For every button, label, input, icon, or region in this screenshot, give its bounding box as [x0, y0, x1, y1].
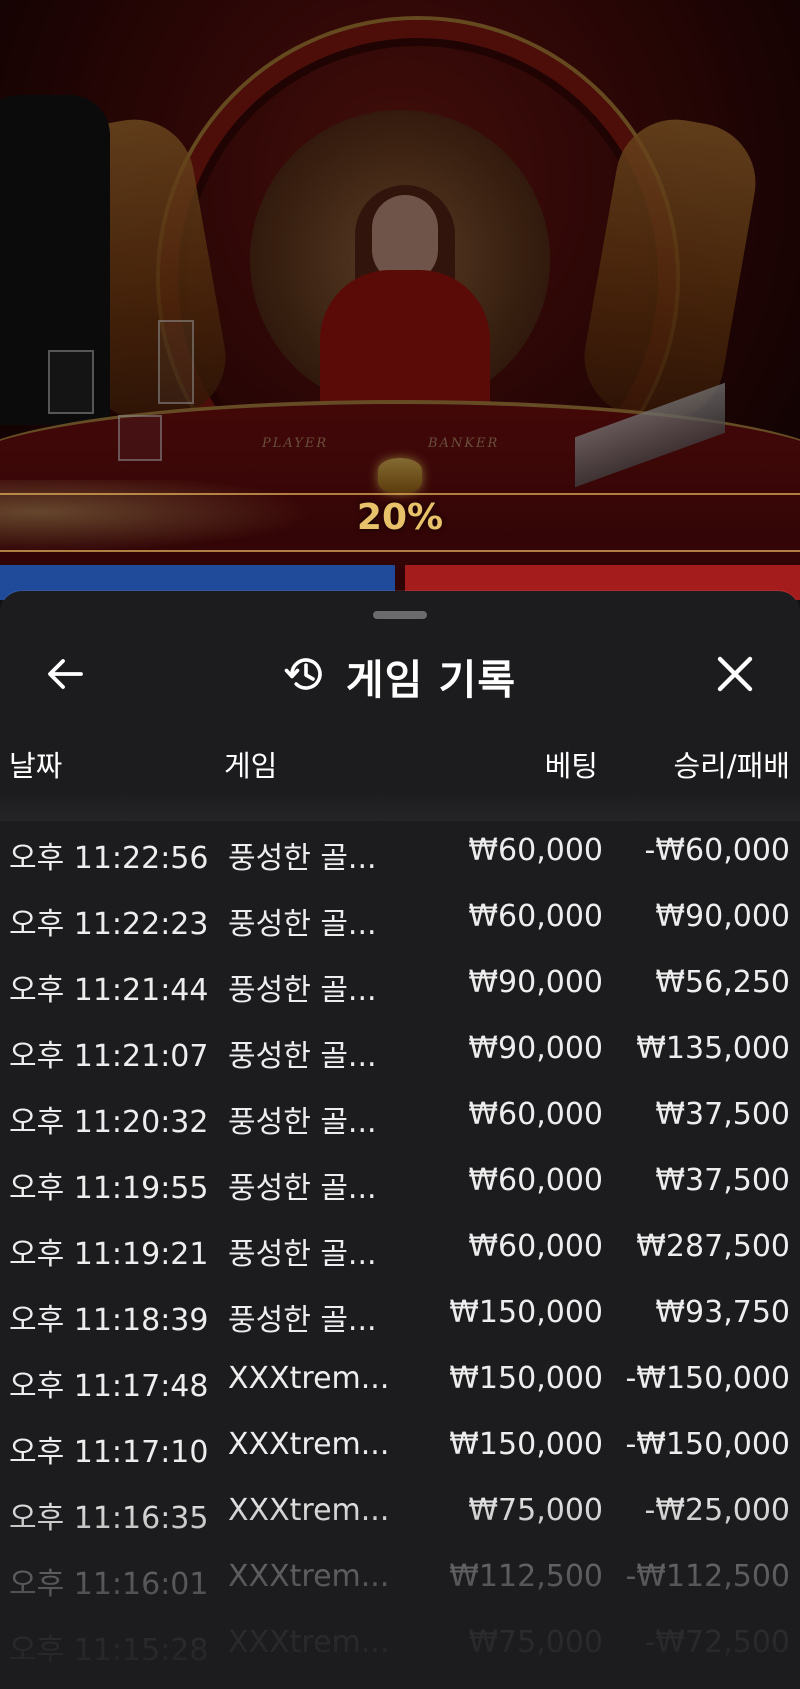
row-bet: ₩60,000 — [468, 833, 603, 868]
row-date: 오후 11:19:21 — [9, 1237, 209, 1272]
multiplier-line-bottom — [0, 550, 800, 552]
row-game: XXXtrem... — [228, 1427, 390, 1462]
row-date: 오후 11:18:39 — [9, 1303, 209, 1338]
row-result: -₩150,000 — [625, 1427, 790, 1462]
title-group: 게임 기록 — [0, 631, 800, 721]
row-game: XXXtrem... — [228, 1493, 390, 1528]
row-result: ₩287,500 — [636, 1229, 790, 1264]
row-date: 오후 11:21:07 — [9, 1039, 209, 1074]
row-result: -₩60,000 — [644, 833, 790, 868]
multiplier-line-top — [0, 493, 800, 495]
row-result: -₩150,000 — [625, 1361, 790, 1396]
table-row[interactable]: 오후 11:20:32 풍성한 골... ₩60,000 ₩37,500 — [0, 1091, 800, 1157]
row-game: 풍성한 골... — [228, 907, 377, 942]
row-result: -₩72,500 — [644, 1625, 790, 1660]
row-result: ₩93,750 — [655, 1295, 790, 1330]
multiplier-badge: 20% — [356, 497, 444, 538]
row-game: 풍성한 골... — [228, 841, 377, 876]
table-row[interactable]: 오후 11:18:39 풍성한 골... ₩150,000 ₩93,750 — [0, 1289, 800, 1355]
row-bet: ₩60,000 — [468, 1163, 603, 1198]
row-date: 오후 11:21:44 — [9, 973, 209, 1008]
sheet-header: 게임 기록 — [0, 631, 800, 721]
row-bet: ₩60,000 — [468, 1097, 603, 1132]
history-list[interactable]: 오후 11:22:56 풍성한 골... ₩60,000 -₩60,000 오후 11:… — [0, 827, 800, 1689]
table-row[interactable]: 오후 11:21:07 풍성한 골... ₩90,000 ₩135,000 — [0, 1025, 800, 1091]
row-result: ₩135,000 — [636, 1031, 790, 1066]
table-row[interactable]: 오후 11:19:21 풍성한 골... ₩60,000 ₩287,500 — [0, 1223, 800, 1289]
arrow-left-icon — [45, 656, 85, 696]
table-row[interactable]: 오후 11:15:28 XXXtrem... ₩75,000 -₩72,500 — [0, 1619, 800, 1685]
column-header-date[interactable]: 날짜 — [9, 743, 62, 783]
row-bet: ₩75,000 — [468, 1493, 603, 1528]
row-game: 풍성한 골... — [228, 1237, 377, 1272]
page-title: 게임 기록 — [345, 656, 517, 704]
row-bet: ₩60,000 — [468, 899, 603, 934]
game-history-sheet: 게임 기록 날짜 게임 베팅 승리/패배 오후 11:22:56 풍성한 골...… — [0, 591, 800, 1689]
row-game: XXXtrem... — [228, 1361, 390, 1396]
table-row[interactable]: 오후 11:22:56 풍성한 골... ₩60,000 -₩60,000 — [0, 827, 800, 893]
row-bet: ₩75,000 — [468, 1625, 603, 1660]
row-date: 오후 11:17:48 — [9, 1369, 209, 1404]
row-date: 오후 11:17:10 — [9, 1435, 209, 1470]
row-date: 오후 11:20:32 — [9, 1105, 209, 1140]
column-header-game[interactable]: 게임 — [224, 743, 277, 783]
table-row[interactable]: 오후 11:22:23 풍성한 골... ₩60,000 ₩90,000 — [0, 893, 800, 959]
history-clock-icon — [284, 652, 328, 700]
row-date: 오후 11:19:55 — [9, 1171, 209, 1206]
row-result: ₩56,250 — [655, 965, 790, 1000]
table-row[interactable]: 오후 11:19:55 풍성한 골... ₩60,000 ₩37,500 — [0, 1157, 800, 1223]
row-bet: ₩60,000 — [468, 1229, 603, 1264]
table-row[interactable]: 오후 11:16:01 XXXtrem... ₩112,500 -₩112,500 — [0, 1553, 800, 1619]
row-game: 풍성한 골... — [228, 1303, 377, 1338]
column-header-bet[interactable]: 베팅 — [545, 743, 598, 783]
row-date: 오후 11:22:56 — [9, 841, 209, 876]
row-date: 오후 11:15:28 — [9, 1633, 209, 1668]
table-row[interactable]: 오후 11:16:35 XXXtrem... ₩75,000 -₩25,000 — [0, 1487, 800, 1553]
row-result: -₩25,000 — [644, 1493, 790, 1528]
row-result: -₩112,500 — [625, 1559, 790, 1594]
row-bet: ₩90,000 — [468, 1031, 603, 1066]
row-bet: ₩150,000 — [449, 1427, 603, 1462]
close-button[interactable] — [700, 649, 770, 703]
row-result: ₩37,500 — [655, 1097, 790, 1132]
row-game: 풍성한 골... — [228, 1105, 377, 1140]
row-result: ₩37,500 — [655, 1163, 790, 1198]
column-header-result[interactable]: 승리/패배 — [674, 743, 791, 783]
row-game: XXXtrem... — [228, 1559, 390, 1594]
row-bet: ₩150,000 — [449, 1295, 603, 1330]
back-button[interactable] — [30, 649, 100, 703]
row-bet: ₩112,500 — [449, 1559, 603, 1594]
table-row[interactable]: 오후 11:17:48 XXXtrem... ₩150,000 -₩150,000 — [0, 1355, 800, 1421]
row-game: 풍성한 골... — [228, 1039, 377, 1074]
row-game: XXXtrem... — [228, 1625, 390, 1660]
row-date: 오후 11:16:01 — [9, 1567, 209, 1602]
row-game: 풍성한 골... — [228, 973, 377, 1008]
row-result: ₩90,000 — [655, 899, 790, 934]
header-divider — [0, 791, 800, 821]
sheet-drag-handle[interactable] — [373, 611, 427, 619]
table-row[interactable]: 오후 11:17:10 XXXtrem... ₩150,000 -₩150,000 — [0, 1421, 800, 1487]
row-bet: ₩150,000 — [449, 1361, 603, 1396]
live-video-stream: PLAYER BANKER 20% — [0, 0, 800, 600]
table-row[interactable]: 오후 11:21:44 풍성한 골... ₩90,000 ₩56,250 — [0, 959, 800, 1025]
row-game: 풍성한 골... — [228, 1171, 377, 1206]
row-bet: ₩90,000 — [468, 965, 603, 1000]
row-date: 오후 11:22:23 — [9, 907, 209, 942]
close-icon — [715, 654, 755, 698]
row-date: 오후 11:16:35 — [9, 1501, 209, 1536]
